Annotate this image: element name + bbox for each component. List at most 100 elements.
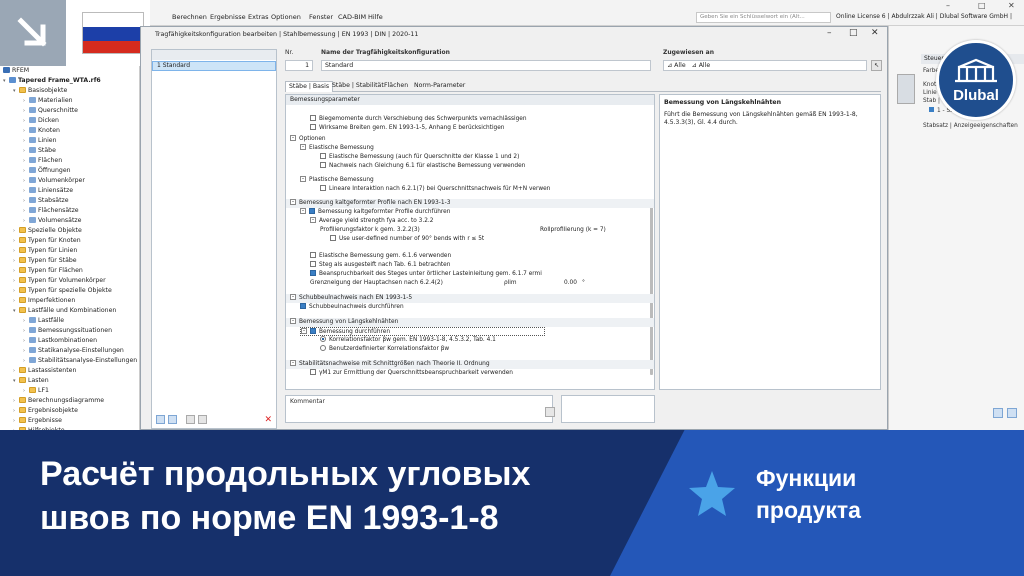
tab-flaechen[interactable]: Flächen	[381, 81, 411, 92]
checkbox-checked-icon[interactable]	[310, 327, 316, 334]
section-header[interactable]: – Stabilitätsnachweise mit Schnittgrößen …	[286, 359, 654, 369]
collapse-icon[interactable]: –	[290, 198, 296, 205]
section-header[interactable]: – Bemessung kaltgeformter Profile nach EN…	[286, 198, 654, 208]
tree-item[interactable]: › Typen für Volumenkörper	[13, 276, 106, 286]
checkbox-checked-icon[interactable]	[300, 302, 306, 309]
tree-item[interactable]: › Flächensätze	[23, 206, 79, 216]
tree-item[interactable]: › Lastassistenten	[13, 366, 76, 376]
tree-item[interactable]: › Statikanalyse-Einstellungen	[23, 346, 124, 356]
tree-item[interactable]: › Ergebnisobjekte	[13, 406, 78, 416]
checkbox-option[interactable]: Biegemomente durch Verschiebung des Schw…	[310, 114, 527, 124]
select-icon[interactable]: ↖	[871, 60, 882, 71]
tree-item[interactable]: ▾ Lastfälle und Kombinationen	[13, 306, 116, 316]
collapse-icon[interactable]: –	[300, 207, 306, 214]
collapse-icon[interactable]: –	[290, 293, 296, 300]
tree-item[interactable]: › Stabsätze	[23, 196, 69, 206]
tree-file[interactable]: ▾ Tapered Frame_WTA.rf6	[3, 76, 101, 86]
checkbox-icon[interactable]	[320, 161, 326, 168]
menu-fenster[interactable]: Fenster	[309, 13, 333, 21]
checkbox-checked-icon[interactable]	[310, 269, 316, 276]
copy-icon[interactable]	[168, 415, 177, 424]
tree-item[interactable]: › Typen für Knoten	[13, 236, 81, 246]
tree-item[interactable]: › Bemessungssituationen	[23, 326, 112, 336]
tree-item[interactable]: › LF1	[23, 386, 49, 396]
checkbox-icon[interactable]	[330, 234, 336, 241]
tree-item[interactable]: › Stäbe	[23, 146, 56, 156]
checkbox-icon[interactable]	[310, 368, 316, 375]
view-cube-icon[interactable]	[897, 74, 915, 104]
menu-extras[interactable]: Extras	[248, 13, 269, 21]
radio-option[interactable]: Korrelationsfaktor βw gem. EN 1993-1-8, …	[320, 335, 496, 345]
checkbox-option[interactable]: Schubbeulnachweis durchführen	[300, 302, 404, 312]
tree-item[interactable]: ▾ Basisobjekte	[13, 86, 67, 96]
tree-item[interactable]: › Knoten	[23, 126, 60, 136]
tree-item[interactable]: › Berechnungsdiagramme	[13, 396, 104, 406]
tree-item[interactable]: › Ergebnisse	[13, 416, 62, 426]
collapse-icon[interactable]: –	[310, 216, 316, 223]
checkbox-option[interactable]: – Bemessung kaltgeformter Profile durchfü…	[300, 207, 450, 217]
radio-option[interactable]: Benutzerdefinierter Korrelationsfaktor β…	[320, 344, 449, 354]
menu-hilfe[interactable]: Hilfe	[368, 13, 383, 21]
nr-field[interactable]: 1	[285, 60, 313, 71]
name-field[interactable]: Standard	[321, 60, 651, 71]
tree-item[interactable]: › Imperfektionen	[13, 296, 75, 306]
tree-item[interactable]: › Stabilitätsanalyse-Einstellungen	[23, 356, 137, 366]
checkbox-option[interactable]: Nachweis nach Gleichung 6.1 für elastisc…	[320, 161, 525, 171]
search-input[interactable]: Geben Sie ein Schlüsselwort ein (Alt...	[696, 12, 831, 23]
tab-staebe-basis[interactable]: Stäbe | Basis	[285, 81, 334, 92]
minimize-icon[interactable]: –	[946, 1, 950, 10]
tree-root[interactable]: RFEM	[3, 66, 29, 76]
delete-icon[interactable]: ✕	[264, 415, 272, 425]
menu-berechnen[interactable]: Berechnen	[172, 13, 207, 21]
section-header[interactable]: – Bemessung von Längskehlnähten	[286, 317, 654, 327]
checkbox-icon[interactable]	[320, 184, 326, 191]
checkbox-option[interactable]: Steg als ausgesteift nach Tab. 6.1 betra…	[310, 260, 450, 270]
tree-item[interactable]: › Typen für Flächen	[13, 266, 83, 276]
tree-item[interactable]: › Typen für spezielle Objekte	[13, 286, 112, 296]
tree-item[interactable]: › Volumensätze	[23, 216, 81, 226]
profil-value[interactable]: Rollprofilierung (k = 7)	[540, 226, 606, 235]
tree-item[interactable]: › Typen für Linien	[13, 246, 77, 256]
checkbox-icon[interactable]	[310, 114, 316, 121]
checkbox-option[interactable]: Beanspruchbarkeit des Steges unter örtli…	[310, 269, 542, 279]
dialog-minimize-icon[interactable]: –	[827, 28, 832, 38]
checkbox-icon[interactable]	[310, 123, 316, 130]
checkbox-option[interactable]: Use user-defined number of 90° bends wit…	[330, 234, 484, 244]
radio-icon[interactable]	[320, 344, 326, 351]
checkbox-option[interactable]: Wirksame Breiten gem. EN 1993-1-5, Anhan…	[310, 123, 504, 133]
panel-tool-icon[interactable]	[993, 408, 1003, 418]
tree-item[interactable]: ▾ Lasten	[13, 376, 49, 386]
tree-item[interactable]: › Linien	[23, 136, 57, 146]
comment-copy-icon[interactable]	[545, 407, 555, 417]
checkbox-checked-icon[interactable]	[309, 207, 315, 214]
tree-item[interactable]: › Volumenkörper	[23, 176, 85, 186]
checkbox-option[interactable]: Lineare Interaktion nach 6.2.1(7) bei Qu…	[320, 184, 550, 194]
grenz-value[interactable]: 0.00	[564, 279, 577, 288]
collapse-icon[interactable]: –	[290, 359, 296, 366]
tree-item[interactable]: › Typen für Stäbe	[13, 256, 77, 266]
section-header[interactable]: – Schubbeulnachweis nach EN 1993-1-5	[286, 293, 654, 303]
checkbox-option[interactable]: Elastische Bemessung (auch für Querschni…	[320, 152, 519, 162]
dialog-close-icon[interactable]: ✕	[871, 28, 879, 38]
collapse-icon[interactable]: –	[300, 143, 306, 150]
list-item[interactable]: 1 Standard	[152, 61, 276, 71]
checkbox-option[interactable]: Elastische Bemessung gem. 6.1.6 verwende…	[310, 251, 451, 261]
checkbox-icon[interactable]	[310, 260, 316, 267]
tree-item[interactable]: › Spezielle Objekte	[13, 226, 82, 236]
radio-selected-icon[interactable]	[320, 335, 326, 342]
tree-item[interactable]: › Materialien	[23, 96, 73, 106]
tree-item[interactable]: › Flächen	[23, 156, 62, 166]
maximize-icon[interactable]: □	[978, 1, 986, 10]
comment-box[interactable]: Kommentar ▾	[285, 395, 553, 423]
tree-item[interactable]: › Lastfälle	[23, 316, 64, 326]
tree-item[interactable]: › Öffnungen	[23, 166, 71, 176]
export-icon[interactable]	[198, 415, 207, 424]
tree-item[interactable]: › Dicken	[23, 116, 59, 126]
import-icon[interactable]	[186, 415, 195, 424]
tree-item[interactable]: › Liniensätze	[23, 186, 73, 196]
tab-staebe-stabilitaet[interactable]: Stäbe | Stabilität	[329, 81, 387, 92]
collapse-icon[interactable]: –	[301, 327, 307, 334]
new-icon[interactable]	[156, 415, 165, 424]
collapse-icon[interactable]: –	[300, 175, 306, 182]
close-window-icon[interactable]: ✕	[1008, 1, 1015, 10]
